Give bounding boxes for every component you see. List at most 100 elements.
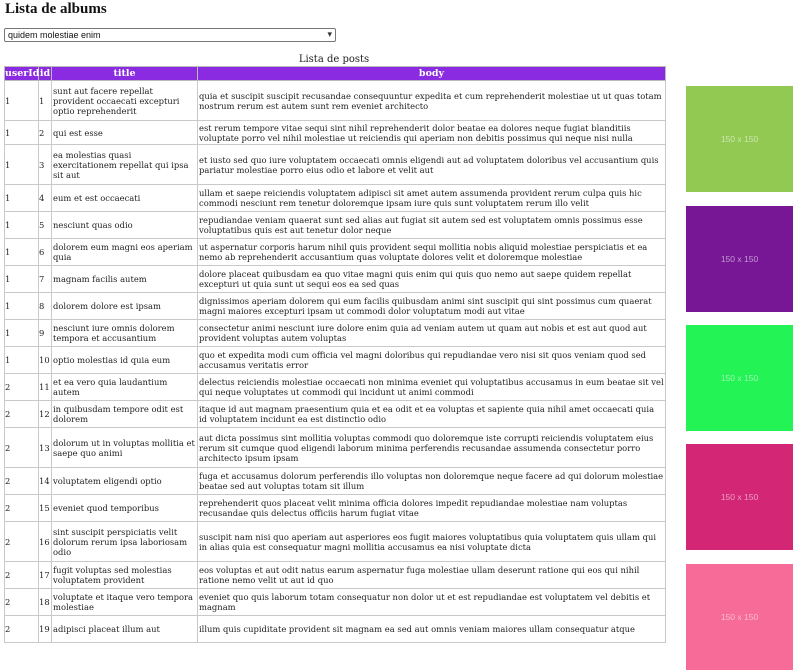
table-row: 1 8 dolorem dolore est ipsam dignissimos ap… (4, 292, 666, 320)
cell-body: dignissimos aperiam dolorem qui eum faci… (197, 292, 666, 320)
table-row: 1 9 nesciunt iure omnis dolorem tempora et… (4, 319, 666, 347)
cell-title: sint suscipit perspiciatis velit dolorum… (51, 521, 198, 562)
table-row: 1 5 nesciunt quas odio repudiandae veniam q… (4, 211, 666, 239)
cell-id: 1 (38, 80, 52, 121)
cell-userid: 1 (4, 346, 39, 374)
table-header-row: userId id title body (4, 66, 666, 81)
table-row: 2 15 eveniet quod temporibus reprehenderit … (4, 494, 666, 522)
cell-userid: 2 (4, 494, 39, 522)
cell-title: dolorum ut in voluptas mollitia et saepe… (51, 427, 198, 468)
cell-id: 5 (38, 211, 52, 239)
table-row: 2 17 fugit voluptas sed molestias voluptat… (4, 561, 666, 589)
album-thumbnail[interactable]: 150 x 150 (686, 325, 793, 431)
cell-id: 6 (38, 238, 52, 266)
column-header-userid: userId (4, 66, 40, 81)
page-title: Lista de albums (5, 1, 107, 17)
cell-title: fugit voluptas sed molestias voluptatem … (51, 561, 198, 589)
cell-title: nesciunt iure omnis dolorem tempora et a… (51, 319, 198, 347)
album-thumbnail[interactable]: 150 x 150 (686, 206, 793, 312)
cell-body: est rerum tempore vitae sequi sint nihil… (197, 120, 666, 145)
album-select[interactable]: quidem molestiae enim ▾ (4, 28, 336, 42)
cell-userid: 2 (4, 373, 39, 401)
cell-body: fuga et accusamus dolorum perferendis il… (197, 467, 666, 495)
cell-title: voluptate et itaque vero tempora molesti… (51, 588, 198, 616)
cell-title: magnam facilis autem (51, 265, 198, 293)
table-row: 1 4 eum et est occaecati ullam et saepe rei… (4, 184, 666, 212)
cell-body: dolore placeat quibusdam ea quo vitae ma… (197, 265, 666, 293)
cell-userid: 1 (4, 211, 39, 239)
thumbnail-label: 150 x 150 (720, 134, 759, 144)
table-row: 1 7 magnam facilis autem dolore placeat qui… (4, 265, 666, 293)
cell-body: quo et expedita modi cum officia vel mag… (197, 346, 666, 374)
cell-body: illum quis cupiditate provident sit magn… (197, 615, 666, 643)
thumbnail-label: 150 x 150 (720, 373, 759, 383)
cell-id: 8 (38, 292, 52, 320)
cell-id: 13 (38, 427, 52, 468)
cell-title: qui est esse (51, 120, 198, 145)
cell-id: 16 (38, 521, 52, 562)
cell-userid: 2 (4, 427, 39, 468)
table-row: 1 6 dolorem eum magni eos aperiam quia ut a… (4, 238, 666, 266)
table-row: 1 2 qui est esse est rerum tempore vitae se… (4, 120, 666, 145)
cell-body: aut dicta possimus sint mollitia volupta… (197, 427, 666, 468)
cell-body: suscipit nam nisi quo aperiam aut asperi… (197, 521, 666, 562)
cell-userid: 1 (4, 144, 39, 185)
column-header-id: id (38, 66, 52, 81)
cell-title: eum et est occaecati (51, 184, 198, 212)
cell-userid: 1 (4, 238, 39, 266)
cell-id: 11 (38, 373, 52, 401)
cell-body: reprehenderit quos placeat velit minima … (197, 494, 666, 522)
column-header-title: title (51, 66, 198, 81)
table-row: 1 10 optio molestias id quia eum quo et exp… (4, 346, 666, 374)
thumbnail-label: 150 x 150 (720, 612, 759, 622)
table-row: 2 14 voluptatem eligendi optio fuga et accu… (4, 467, 666, 495)
cell-id: 9 (38, 319, 52, 347)
album-thumbnail[interactable]: 150 x 150 (686, 86, 793, 192)
thumbnail-label: 150 x 150 (720, 254, 759, 264)
posts-table: userId id title body 1 1 sunt aut facere r… (4, 66, 666, 643)
table-row: 2 11 et ea vero quia laudantium autem delec… (4, 373, 666, 401)
posts-table-caption: Lista de posts (298, 54, 370, 65)
cell-body: eos voluptas et aut odit natus earum asp… (197, 561, 666, 589)
column-header-body: body (197, 66, 666, 81)
cell-id: 19 (38, 615, 52, 643)
cell-id: 15 (38, 494, 52, 522)
cell-userid: 1 (4, 184, 39, 212)
cell-userid: 2 (4, 561, 39, 589)
cell-title: optio molestias id quia eum (51, 346, 198, 374)
cell-id: 4 (38, 184, 52, 212)
album-thumbnail[interactable]: 150 x 150 (686, 564, 793, 670)
cell-id: 17 (38, 561, 52, 589)
cell-id: 2 (38, 120, 52, 145)
cell-title: adipisci placeat illum aut (51, 615, 198, 643)
cell-id: 3 (38, 144, 52, 185)
cell-userid: 2 (4, 615, 39, 643)
cell-body: repudiandae veniam quaerat sunt sed alia… (197, 211, 666, 239)
cell-title: eveniet quod temporibus (51, 494, 198, 522)
table-row: 2 12 in quibusdam tempore odit est dolorem… (4, 400, 666, 428)
posts-table-body: 1 1 sunt aut facere repellat provident occ… (4, 80, 666, 643)
cell-userid: 2 (4, 467, 39, 495)
cell-title: ea molestias quasi exercitationem repell… (51, 144, 198, 185)
cell-body: itaque id aut magnam praesentium quia et… (197, 400, 666, 428)
cell-body: delectus reiciendis molestiae occaecati … (197, 373, 666, 401)
album-select-value: quidem molestiae enim (8, 30, 101, 40)
album-thumbnail[interactable]: 150 x 150 (686, 444, 793, 550)
cell-title: voluptatem eligendi optio (51, 467, 198, 495)
cell-title: in quibusdam tempore odit est dolorem (51, 400, 198, 428)
table-row: 2 19 adipisci placeat illum aut illum quis … (4, 615, 666, 643)
cell-userid: 2 (4, 521, 39, 562)
table-row: 1 3 ea molestias quasi exercitationem repe… (4, 144, 666, 185)
cell-body: ut aspernatur corporis harum nihil quis … (197, 238, 666, 266)
cell-id: 7 (38, 265, 52, 293)
cell-body: ullam et saepe reiciendis voluptatem adi… (197, 184, 666, 212)
cell-title: nesciunt quas odio (51, 211, 198, 239)
thumbnail-label: 150 x 150 (720, 492, 759, 502)
cell-body: eveniet quo quis laborum totam consequat… (197, 588, 666, 616)
cell-userid: 1 (4, 292, 39, 320)
cell-id: 12 (38, 400, 52, 428)
table-row: 2 16 sint suscipit perspiciatis velit dolo… (4, 521, 666, 562)
cell-userid: 1 (4, 265, 39, 293)
cell-title: dolorem dolore est ipsam (51, 292, 198, 320)
cell-title: sunt aut facere repellat provident occae… (51, 80, 198, 121)
